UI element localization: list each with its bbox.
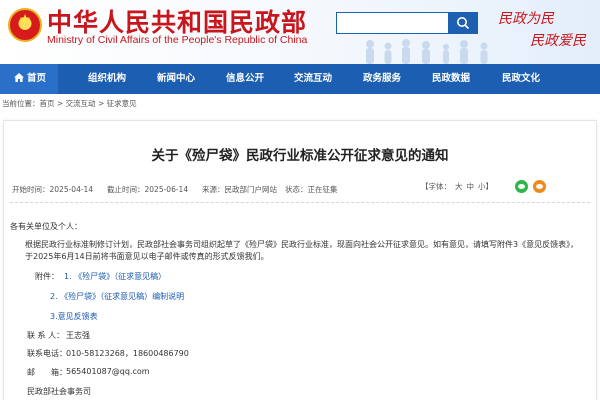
breadcrumb-consultation[interactable]: 征求意见 xyxy=(107,99,137,108)
attachments-label: 附件： xyxy=(35,272,59,281)
email-label: 邮 箱： xyxy=(27,368,67,377)
attachment-link-1[interactable]: 1. 《殓尸袋》（征求意见稿） xyxy=(64,271,166,282)
end-date: 截止时间：2025-06-14 xyxy=(107,185,189,194)
breadcrumb-interaction[interactable]: 交流互动 xyxy=(66,99,96,108)
font-size-medium[interactable]: 中 xyxy=(467,182,475,191)
email-value: 565401087@qq.com xyxy=(66,367,150,376)
slogan-line-1: 民政为民 xyxy=(498,11,554,27)
nav-item-organization[interactable]: 组织机构 xyxy=(88,64,126,94)
status: 状态：正在征集 xyxy=(285,185,338,194)
source: 来源：民政部门户网站 xyxy=(202,185,277,194)
search-icon xyxy=(457,17,470,30)
main-nav: 首页 组织机构 新闻中心 信息公开 交流互动 政务服务 民政数据 民政文化 xyxy=(0,64,600,94)
contact-label: 联 系 人： xyxy=(27,331,65,340)
wechat-share-icon[interactable] xyxy=(515,180,528,193)
contact-name: 王志强 xyxy=(66,331,90,340)
start-date: 开始时间：2025-04-14 xyxy=(12,185,94,194)
font-size-label: 【字体： xyxy=(421,182,451,191)
font-size-small[interactable]: 小】 xyxy=(478,182,493,191)
attachment-link-2[interactable]: 2. 《殓尸袋》（征求意见稿）编制说明 xyxy=(50,291,184,302)
nav-item-label: 首页 xyxy=(27,73,47,84)
breadcrumb-separator: > xyxy=(54,99,66,108)
search-input[interactable] xyxy=(336,12,448,34)
nav-item-interaction[interactable]: 交流互动 xyxy=(294,64,332,94)
attachment-link-3[interactable]: 3.意见反馈表 xyxy=(50,311,98,322)
search-button[interactable] xyxy=(448,12,478,34)
breadcrumb-home[interactable]: 首页 xyxy=(40,99,55,108)
font-size-selector: 【字体： 大中小】 xyxy=(421,181,493,192)
nav-item-data[interactable]: 民政数据 xyxy=(432,64,470,94)
body-paragraph: 根据民政行业标准制修订计划，民政部社会事务司组织起草了《殓尸袋》民政行业标准，现… xyxy=(25,240,579,261)
greeting: 各有关单位及个人： xyxy=(10,222,82,231)
breadcrumb-prefix: 当前位置： xyxy=(2,99,40,108)
nav-item-home[interactable]: 首页 xyxy=(0,64,59,94)
breadcrumb: 当前位置：首页 > 交流互动 > 征求意见 xyxy=(2,98,137,109)
nav-item-culture[interactable]: 民政文化 xyxy=(502,64,540,94)
site-header: 中华人民共和国民政部 Ministry of Civil Affairs of … xyxy=(0,0,600,64)
breadcrumb-separator: > xyxy=(95,99,107,108)
slogan-line-2: 民政爱民 xyxy=(530,33,586,49)
national-emblem-logo[interactable] xyxy=(8,8,42,42)
weibo-share-icon[interactable] xyxy=(533,180,546,193)
signature: 民政部社会事务司 xyxy=(27,387,91,396)
phone-value: 010-58123268，18600486790 xyxy=(66,349,189,358)
nav-item-news[interactable]: 新闻中心 xyxy=(157,64,195,94)
site-subtitle: Ministry of Civil Affairs of the People'… xyxy=(47,34,308,46)
home-icon xyxy=(14,73,24,82)
phone-label: 联系电话： xyxy=(27,349,67,358)
meta-divider xyxy=(10,202,590,203)
nav-item-disclosure[interactable]: 信息公开 xyxy=(226,64,264,94)
font-size-large[interactable]: 大 xyxy=(455,182,463,191)
people-silhouette-decoration xyxy=(366,39,488,64)
nav-item-services[interactable]: 政务服务 xyxy=(363,64,401,94)
article-title: 关于《殓尸袋》民政行业标准公开征求意见的通知 xyxy=(151,148,449,164)
